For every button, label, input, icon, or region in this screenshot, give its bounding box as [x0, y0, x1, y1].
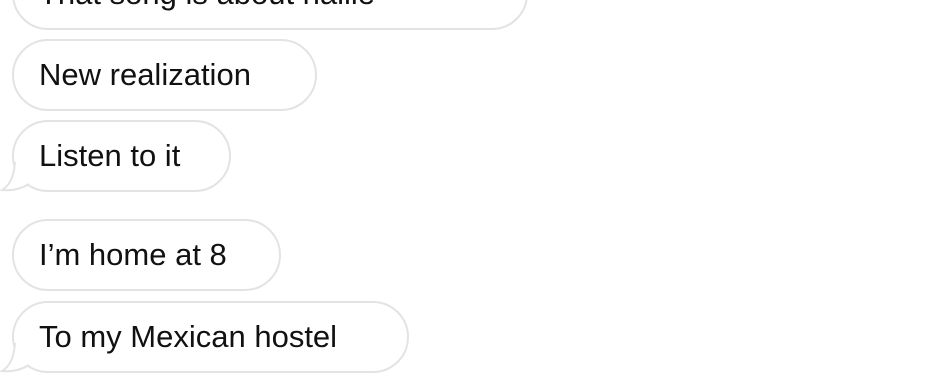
- message-bubble[interactable]: New realization: [12, 39, 317, 111]
- message-text: New realization: [39, 57, 251, 92]
- message-bubble[interactable]: Listen to it: [12, 120, 231, 192]
- bubble-tail-icon: [0, 342, 30, 373]
- message-bubble[interactable]: That song is about hallie: [12, 0, 528, 30]
- message-text: Listen to it: [39, 138, 181, 173]
- message-text: To my Mexican hostel: [39, 319, 338, 354]
- message-text: I’m home at 8: [39, 237, 227, 272]
- message-bubble[interactable]: I’m home at 8: [12, 219, 281, 291]
- message-thread: That song is about hallie New realizatio…: [0, 0, 933, 383]
- message-text: That song is about hallie: [39, 0, 375, 11]
- message-bubble[interactable]: To my Mexican hostel: [12, 301, 409, 373]
- bubble-tail-icon: [0, 161, 30, 192]
